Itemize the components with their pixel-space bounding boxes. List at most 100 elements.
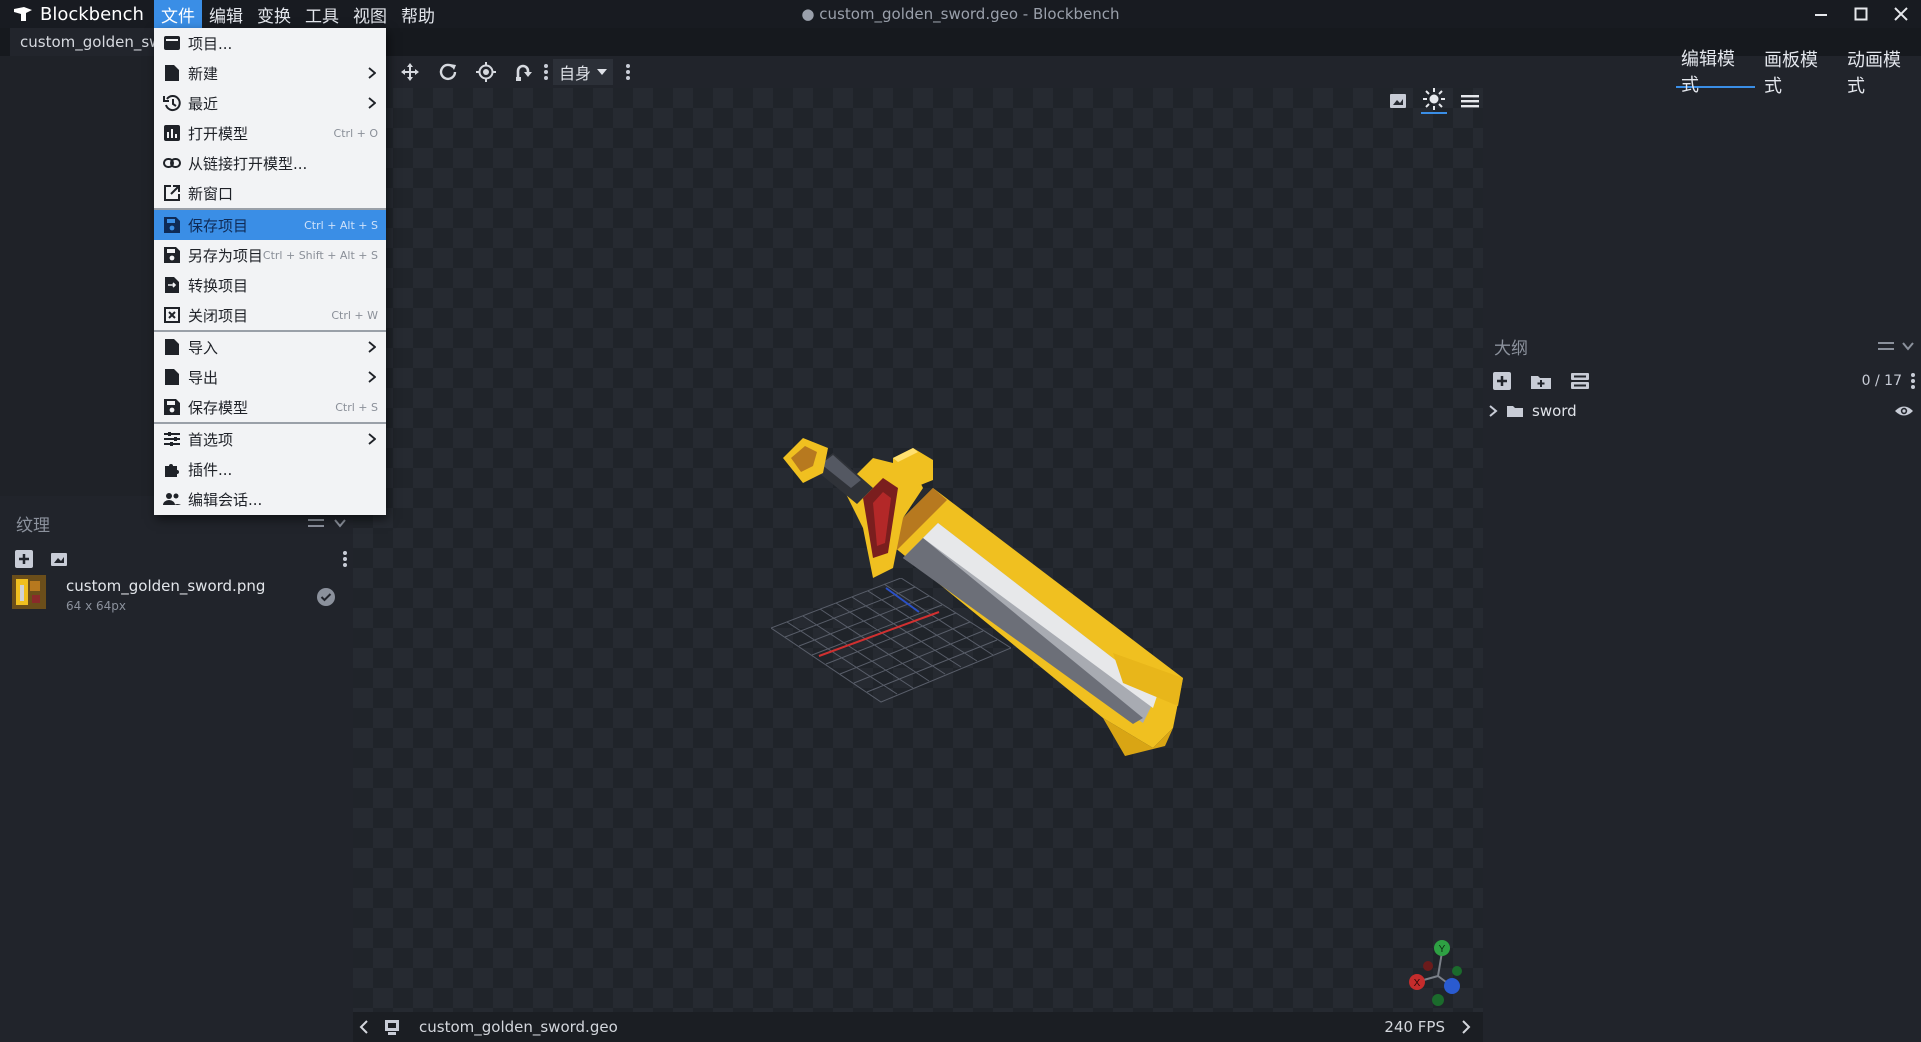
fps-counter: 240 FPS — [1384, 1018, 1445, 1036]
chevron-right-icon[interactable] — [1461, 1020, 1471, 1034]
chevron-down-icon[interactable] — [334, 518, 346, 528]
gizmo-y-label: Y — [1439, 944, 1446, 955]
more-options-icon[interactable] — [543, 63, 549, 81]
import-texture-icon[interactable] — [50, 550, 68, 568]
menu-transform[interactable]: 变换 — [250, 0, 298, 28]
sun-icon — [1423, 88, 1445, 110]
drag-handle-icon[interactable] — [1878, 341, 1894, 351]
menu-bar: 文件 编辑 变换 工具 视图 帮助 — [154, 0, 442, 28]
outliner-item-label: sword — [1532, 402, 1577, 420]
axis-gizmo[interactable]: Y X — [1403, 938, 1473, 1008]
session-icon — [162, 489, 182, 509]
rotate-icon — [439, 63, 457, 81]
status-filename: custom_golden_sword.geo — [419, 1018, 618, 1036]
minimize-button[interactable] — [1801, 0, 1841, 28]
minimize-icon — [1815, 14, 1827, 16]
outliner-header: 大纲 — [1494, 332, 1914, 360]
menu-icon[interactable] — [1461, 93, 1479, 109]
menu-item-save-project[interactable]: 保存项目 Ctrl + Alt + S — [154, 210, 386, 240]
submenu-arrow-icon — [366, 67, 378, 79]
menu-item-project[interactable]: 项目... — [154, 28, 386, 58]
textures-toolbar — [14, 548, 348, 570]
drag-handle-icon[interactable] — [308, 518, 324, 528]
close-window-button[interactable] — [1881, 0, 1921, 28]
menu-help[interactable]: 帮助 — [394, 0, 442, 28]
menu-edit[interactable]: 编辑 — [202, 0, 250, 28]
status-bar: custom_golden_sword.geo 240 FPS — [353, 1012, 1483, 1042]
viewport-toolbar: 自身 — [353, 56, 1483, 88]
menu-item-export[interactable]: 导出 — [154, 362, 386, 392]
chevron-down-icon — [597, 69, 608, 75]
more-options-icon[interactable] — [1910, 372, 1916, 390]
close-icon — [1894, 7, 1908, 21]
tab-animate-mode[interactable]: 动画模式 — [1842, 50, 1921, 97]
model-format-icon — [385, 1020, 399, 1035]
history-icon — [162, 93, 182, 113]
chevron-left-icon[interactable] — [359, 1020, 369, 1034]
outliner-item-sword[interactable]: sword — [1488, 398, 1914, 424]
outliner-header-controls — [1878, 341, 1914, 351]
add-texture-icon[interactable] — [14, 549, 34, 569]
app-name: Blockbench — [40, 3, 144, 25]
new-window-icon — [162, 183, 182, 203]
chevron-right-icon[interactable] — [1488, 405, 1498, 417]
add-group-icon[interactable] — [1530, 372, 1552, 390]
visibility-eye-icon[interactable] — [1894, 404, 1914, 418]
texture-list-item[interactable]: custom_golden_sword.png 64 x 64px — [10, 573, 348, 617]
window-controls — [1801, 0, 1921, 28]
more-options-icon[interactable] — [625, 63, 631, 81]
more-options-icon[interactable] — [342, 550, 348, 568]
screenshot-icon[interactable] — [1389, 93, 1407, 109]
3d-viewport[interactable]: Y X — [353, 88, 1483, 1012]
move-tool-button[interactable] — [391, 56, 429, 88]
menu-item-recent[interactable]: 最近 — [154, 88, 386, 118]
menu-file[interactable]: 文件 — [154, 0, 202, 28]
submenu-arrow-icon — [366, 433, 378, 445]
menu-item-preferences[interactable]: 首选项 — [154, 424, 386, 454]
menu-item-open-model[interactable]: 打开模型 Ctrl + O — [154, 118, 386, 148]
menu-item-new[interactable]: 新建 — [154, 58, 386, 88]
file-menu-dropdown: 项目... 新建 最近 打开模型 Ctrl + O 从链接打开模型... 新窗口… — [154, 28, 386, 515]
pivot-tool-button[interactable] — [467, 56, 505, 88]
transform-space-select[interactable]: 自身 — [553, 59, 614, 85]
transform-space-button[interactable] — [505, 56, 543, 88]
menu-item-convert-project[interactable]: 转换项目 — [154, 270, 386, 300]
menu-item-edit-session[interactable]: 编辑会话... — [154, 484, 386, 514]
menu-view[interactable]: 视图 — [346, 0, 394, 28]
lighting-toggle[interactable] — [1421, 88, 1447, 114]
import-icon — [162, 337, 182, 357]
sword-model — [783, 438, 1183, 756]
blockbench-logo-icon — [12, 5, 34, 23]
plugin-icon — [162, 459, 182, 479]
outliner-title: 大纲 — [1494, 338, 1528, 359]
open-model-icon — [162, 123, 182, 143]
collapse-icon[interactable] — [1570, 372, 1590, 390]
menu-item-open-from-link[interactable]: 从链接打开模型... — [154, 148, 386, 178]
menu-tools[interactable]: 工具 — [298, 0, 346, 28]
add-cube-icon[interactable] — [1492, 371, 1512, 391]
menu-item-save-as-project[interactable]: 另存为项目 Ctrl + Shift + Alt + S — [154, 240, 386, 270]
textures-header-controls — [308, 518, 346, 528]
tab-custom-golden-sword[interactable]: custom_golden_sword.geo — [10, 28, 170, 56]
menu-item-new-window[interactable]: 新窗口 — [154, 178, 386, 208]
tab-paint-mode[interactable]: 画板模式 — [1759, 50, 1838, 97]
folder-icon — [1507, 406, 1523, 417]
rotate-tool-button[interactable] — [429, 56, 467, 88]
save-icon — [162, 215, 182, 235]
transform-space-value: 自身 — [559, 64, 592, 83]
menu-item-close-project[interactable]: 关闭项目 Ctrl + W — [154, 300, 386, 330]
maximize-button[interactable] — [1841, 0, 1881, 28]
texture-name: custom_golden_sword.png — [66, 577, 266, 595]
submenu-arrow-icon — [366, 371, 378, 383]
right-sidebar — [1483, 56, 1921, 1042]
menu-item-import[interactable]: 导入 — [154, 332, 386, 362]
submenu-arrow-icon — [366, 341, 378, 353]
texture-check-icon[interactable] — [316, 587, 336, 607]
menu-item-plugins[interactable]: 插件... — [154, 454, 386, 484]
menu-item-save-model[interactable]: 保存模型 Ctrl + S — [154, 392, 386, 422]
viewport-controls — [1389, 88, 1479, 114]
link-icon — [162, 153, 182, 173]
texture-size: 64 x 64px — [66, 599, 126, 613]
tab-edit-mode[interactable]: 编辑模式 — [1676, 49, 1755, 96]
chevron-down-icon[interactable] — [1902, 341, 1914, 351]
